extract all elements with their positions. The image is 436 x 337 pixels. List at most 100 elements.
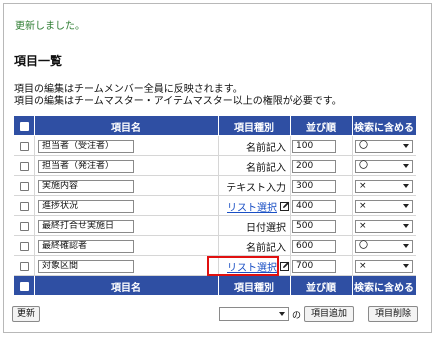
update-button[interactable]: 更新: [12, 306, 40, 322]
table-row: 進捗状況 リスト選択 400 ×: [14, 196, 416, 216]
footer-header-kind: 項目種別: [234, 282, 274, 294]
footer-header-order: 並び順: [306, 282, 336, 294]
select-all-cell-bottom: [14, 276, 34, 296]
chevron-down-icon: [403, 163, 409, 168]
divider: [218, 236, 219, 255]
name-cell: 対象区間: [34, 256, 218, 276]
item-name-input[interactable]: 最終打合せ実施日: [38, 219, 134, 233]
header-search: 検索に含める: [354, 122, 414, 134]
divider: [218, 176, 219, 195]
item-name-input[interactable]: 担当者（受注者）: [38, 139, 134, 153]
description: 項目の編集はチームメンバー全員に反映されます。 項目の編集はチームマスター・アイ…: [14, 84, 342, 108]
search-select[interactable]: ×: [355, 179, 413, 193]
table-row: 最終確認者 名前記入 600 〇: [14, 236, 416, 256]
search-select[interactable]: 〇: [355, 239, 413, 253]
divider: [218, 156, 219, 175]
search-cell: ×: [352, 196, 416, 216]
order-input[interactable]: 400: [292, 199, 336, 213]
table-header: 項目名 項目種別 並び順 検索に含める: [14, 116, 416, 136]
item-name-input[interactable]: 担当者（発注者）: [38, 159, 134, 173]
row-checkbox[interactable]: [19, 221, 29, 231]
add-item-button[interactable]: 項目追加: [304, 306, 354, 322]
divider: [352, 196, 353, 215]
row-checkbox[interactable]: [19, 161, 29, 171]
order-input[interactable]: 600: [292, 239, 336, 253]
divider: [352, 136, 353, 155]
divider: [352, 216, 353, 235]
chevron-down-icon: [403, 263, 409, 268]
description-line-2: 項目の編集はチームマスター・アイテムマスター以上の権限が必要です。: [14, 96, 342, 107]
divider: [352, 156, 353, 175]
order-input[interactable]: 200: [292, 159, 336, 173]
order-input[interactable]: 100: [292, 139, 336, 153]
row-checkbox[interactable]: [19, 261, 29, 271]
content-frame: 更新しました。 項目一覧 項目の編集はチームメンバー全員に反映されます。 項目の…: [3, 3, 432, 333]
row-checkbox[interactable]: [19, 181, 29, 191]
header-name: 項目名: [111, 122, 141, 134]
divider: [290, 116, 291, 135]
row-checkbox[interactable]: [19, 201, 29, 211]
search-cell: ×: [352, 256, 416, 276]
divider: [290, 176, 291, 195]
search-select-value: 〇: [359, 240, 369, 251]
kind-label: テキスト入力: [226, 182, 286, 194]
order-cell: 400: [290, 196, 352, 216]
search-cell: 〇: [352, 236, 416, 256]
divider: [34, 276, 35, 295]
item-name-input[interactable]: 実施内容: [38, 179, 134, 193]
order-input[interactable]: 500: [292, 219, 336, 233]
name-cell: 実施内容: [34, 176, 218, 196]
divider: [290, 156, 291, 175]
name-cell: 進捗状況: [34, 196, 218, 216]
divider: [218, 196, 219, 215]
item-name-input[interactable]: 進捗状況: [38, 199, 134, 213]
delete-item-button[interactable]: 項目削除: [368, 306, 418, 322]
edit-pencil-icon[interactable]: [280, 261, 290, 271]
table-body: 担当者（受注者） 名前記入 100 〇 担当者（発注者） 名前記入 200 〇 …: [14, 136, 416, 276]
divider: [352, 236, 353, 255]
select-all-checkbox-bottom[interactable]: [19, 281, 29, 291]
row-checkbox[interactable]: [19, 241, 29, 251]
item-name-input[interactable]: 対象区間: [38, 259, 134, 273]
search-cell: ×: [352, 176, 416, 196]
search-select[interactable]: ×: [355, 219, 413, 233]
order-cell: 600: [290, 236, 352, 256]
search-select[interactable]: 〇: [355, 139, 413, 153]
header-order: 並び順: [306, 122, 336, 134]
bulk-action-suffix: の: [292, 311, 302, 321]
search-select[interactable]: ×: [355, 259, 413, 273]
divider: [34, 136, 35, 155]
name-cell: 担当者（受注者）: [34, 136, 218, 156]
edit-pencil-icon[interactable]: [280, 201, 290, 211]
search-select-value: 〇: [359, 160, 369, 171]
select-all-cell: [14, 116, 34, 136]
search-select[interactable]: 〇: [355, 159, 413, 173]
row-check-cell: [14, 136, 34, 156]
divider: [290, 136, 291, 155]
divider: [34, 216, 35, 235]
order-input[interactable]: 300: [292, 179, 336, 193]
search-select[interactable]: ×: [355, 199, 413, 213]
search-cell: ×: [352, 216, 416, 236]
divider: [352, 256, 353, 275]
items-table: 項目名 項目種別 並び順 検索に含める 担当者（受注者） 名前記入 100 〇 …: [14, 116, 416, 296]
kind-link[interactable]: リスト選択: [227, 199, 277, 214]
name-cell: 担当者（発注者）: [34, 156, 218, 176]
page-title: 項目一覧: [14, 54, 63, 68]
row-check-cell: [14, 196, 34, 216]
divider: [34, 116, 35, 135]
search-select-value: ×: [359, 260, 367, 271]
header-kind: 項目種別: [234, 122, 274, 134]
bulk-action-select[interactable]: [219, 307, 289, 321]
item-name-input[interactable]: 最終確認者: [38, 239, 134, 253]
row-check-cell: [14, 236, 34, 256]
row-check-cell: [14, 176, 34, 196]
select-all-checkbox[interactable]: [19, 121, 29, 131]
row-checkbox[interactable]: [19, 141, 29, 151]
name-cell: 最終確認者: [34, 236, 218, 256]
kind-cell: 名前記入: [218, 236, 290, 256]
divider: [290, 216, 291, 235]
order-cell: 500: [290, 216, 352, 236]
kind-cell: 名前記入: [218, 136, 290, 156]
order-input[interactable]: 700: [292, 259, 336, 273]
